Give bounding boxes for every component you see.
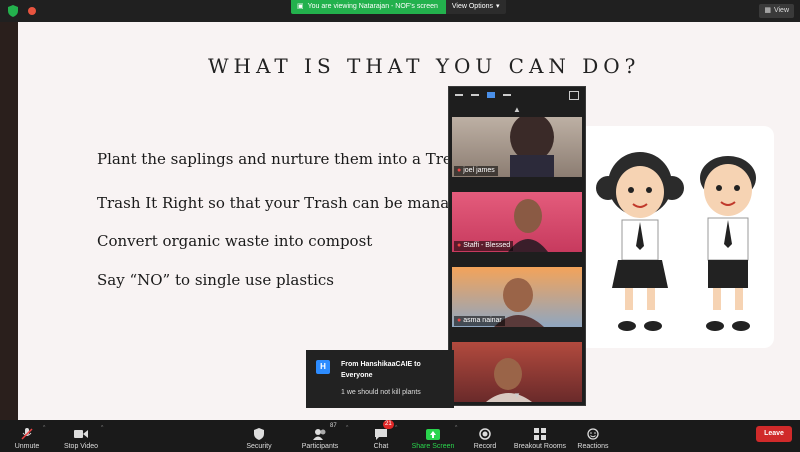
screen-share-banner: ▣ You are viewing Natarajan - NOF's scre… bbox=[291, 0, 506, 14]
chevron-down-icon[interactable]: ▼ bbox=[449, 389, 585, 403]
participant-video-tile[interactable]: ● asma nainar bbox=[452, 267, 582, 327]
meeting-toolbar: Unmute ˆ Stop Video ˆ Security Participa… bbox=[0, 420, 800, 450]
reactions-smiley-icon bbox=[586, 428, 600, 440]
participants-icon bbox=[313, 428, 327, 440]
video-options-caret-icon[interactable]: ˆ bbox=[101, 426, 103, 433]
participants-count: 87 bbox=[330, 423, 337, 429]
breakout-rooms-button[interactable]: Breakout Rooms bbox=[512, 420, 568, 452]
grid-icon: ▦ bbox=[764, 7, 771, 14]
share-screen-icon bbox=[426, 428, 440, 440]
security-shield-icon bbox=[252, 428, 266, 440]
slide-bullet: Say “NO” to single use plastics bbox=[97, 271, 334, 289]
sender-avatar: H bbox=[316, 360, 330, 374]
security-button[interactable]: Security bbox=[243, 420, 275, 452]
reactions-button[interactable]: Reactions bbox=[576, 420, 610, 452]
stop-video-button[interactable]: Stop Video bbox=[60, 420, 102, 452]
slide-bullet: Trash It Right so that your Trash can be… bbox=[97, 194, 468, 212]
mic-muted-icon: ● bbox=[457, 167, 462, 174]
breakout-rooms-icon bbox=[533, 428, 547, 440]
video-camera-icon bbox=[74, 428, 88, 440]
record-icon bbox=[478, 428, 492, 440]
slide-bullet: Convert organic waste into compost bbox=[97, 232, 373, 250]
shield-icon[interactable] bbox=[8, 5, 18, 17]
chat-unread-badge: 21 bbox=[383, 420, 394, 429]
recording-indicator-icon bbox=[28, 7, 36, 15]
participant-name: ● Staffi - Blessed bbox=[454, 241, 514, 251]
slide-bullet: Plant the saplings and nurture them into… bbox=[97, 150, 461, 168]
microphone-muted-icon bbox=[20, 428, 34, 440]
leave-button[interactable]: Leave bbox=[756, 426, 792, 442]
slide-title: WHAT IS THAT YOU CAN DO? bbox=[208, 54, 641, 78]
view-options-button[interactable]: View Options ▾ bbox=[445, 0, 506, 14]
minimize-icon[interactable] bbox=[455, 94, 463, 96]
unmute-button[interactable]: Unmute bbox=[10, 420, 44, 452]
participant-name: ● joel james bbox=[454, 166, 498, 176]
audio-options-caret-icon[interactable]: ˆ bbox=[43, 426, 45, 433]
participant-video-tile[interactable]: ● Staffi - Blessed bbox=[452, 192, 582, 252]
participants-caret-icon[interactable]: ˆ bbox=[346, 426, 348, 433]
participant-video-tile[interactable]: ● joel james bbox=[452, 117, 582, 177]
participant-gallery-panel[interactable]: ▲ ● joel james ● Staffi - Blessed ● asma na… bbox=[448, 86, 586, 406]
record-button[interactable]: Record bbox=[470, 420, 500, 452]
chevron-up-icon[interactable]: ▲ bbox=[449, 103, 585, 117]
chat-caret-icon[interactable]: ˆ bbox=[395, 426, 397, 433]
hide-video-icon[interactable] bbox=[471, 94, 479, 96]
monitor-icon: ▣ bbox=[297, 3, 304, 10]
gallery-view-controls bbox=[449, 87, 585, 103]
share-screen-button[interactable]: Share Screen bbox=[410, 420, 456, 452]
view-button[interactable]: ▦ View bbox=[759, 4, 794, 18]
strip-view-icon[interactable] bbox=[487, 92, 495, 98]
maximize-icon[interactable] bbox=[569, 91, 579, 100]
share-caret-icon[interactable]: ˆ bbox=[455, 426, 457, 433]
mic-muted-icon: ● bbox=[457, 317, 462, 324]
chat-sender: From HanshikaaCAIE to Everyone bbox=[341, 361, 421, 379]
meeting-top-bar: ▣ You are viewing Natarajan - NOF's scre… bbox=[0, 0, 800, 22]
mic-muted-icon: ● bbox=[457, 242, 462, 249]
slide-edge bbox=[0, 22, 18, 420]
chat-message: 1 we should not kill plants bbox=[341, 389, 421, 396]
chat-bubble-icon bbox=[374, 428, 388, 440]
chat-notification[interactable]: H From HanshikaaCAIE to Everyone 1 we sh… bbox=[306, 350, 454, 408]
participant-name: ● asma nainar bbox=[454, 316, 505, 326]
grid-view-icon[interactable] bbox=[503, 94, 511, 96]
chevron-down-icon: ▾ bbox=[496, 3, 500, 10]
students-illustration bbox=[578, 126, 774, 348]
viewing-banner-text: ▣ You are viewing Natarajan - NOF's scre… bbox=[291, 0, 446, 14]
